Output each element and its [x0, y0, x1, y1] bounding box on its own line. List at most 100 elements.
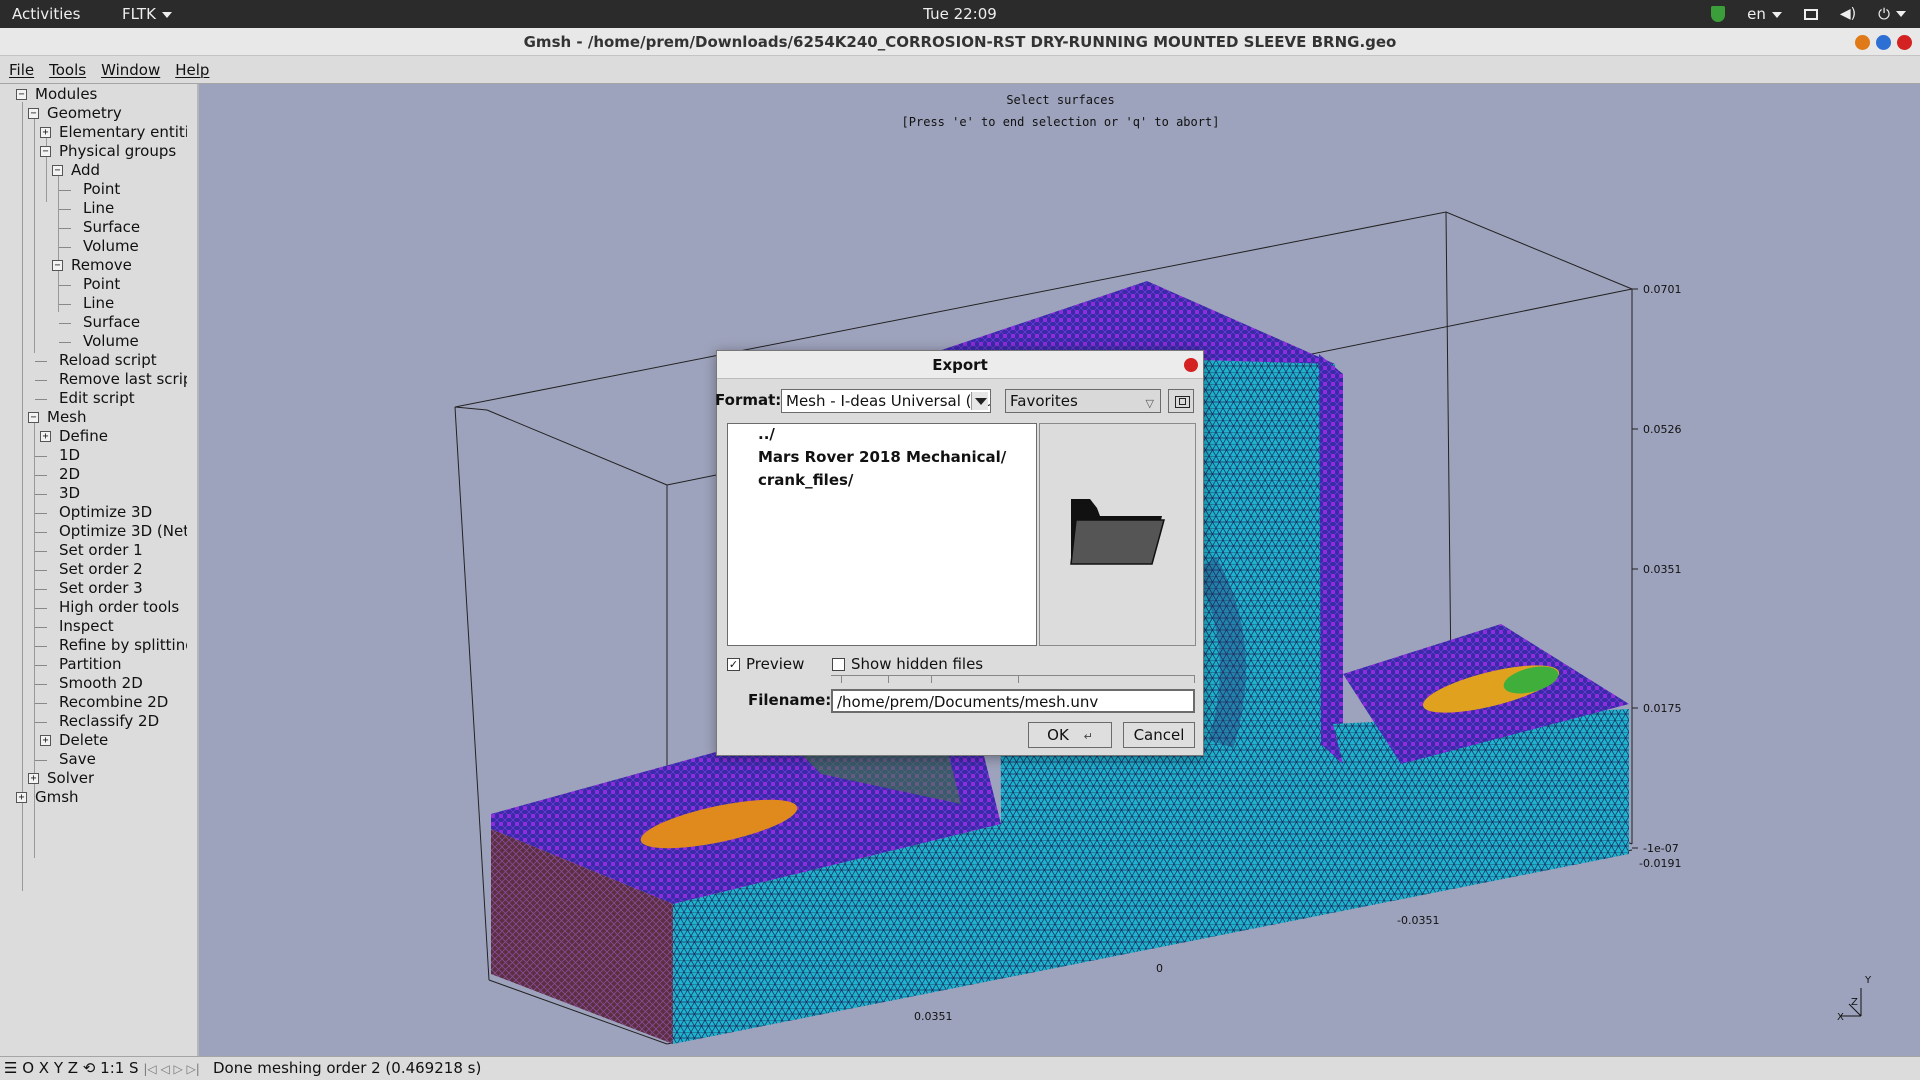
selection-message: Select surfaces	[1006, 93, 1115, 107]
tree-add-surface[interactable]: Surface	[83, 218, 140, 237]
activities-button[interactable]: Activities	[12, 5, 80, 23]
tree-connector	[35, 627, 47, 628]
ok-button[interactable]: OK ↵	[1028, 722, 1112, 748]
collapse-icon[interactable]: −	[16, 89, 27, 100]
tree-mesh[interactable]: Mesh	[47, 408, 87, 427]
clock[interactable]: Tue 22:09	[0, 5, 1920, 23]
maximize-button[interactable]	[1876, 35, 1891, 50]
tree-remove-volume[interactable]: Volume	[83, 332, 139, 351]
checkbox-checked-icon: ✓	[727, 657, 740, 671]
tree-mesh-2d[interactable]: 2D	[59, 465, 80, 484]
file-item[interactable]: crank_files/	[758, 471, 853, 489]
tree-set-order-1[interactable]: Set order 1	[59, 541, 143, 560]
cancel-button[interactable]: Cancel	[1123, 722, 1195, 748]
tree-recombine-2d[interactable]: Recombine 2D	[59, 693, 168, 712]
app-menu[interactable]: FLTK	[122, 5, 172, 23]
tree-smooth-2d[interactable]: Smooth 2D	[59, 674, 143, 693]
filename-input[interactable]: /home/prem/Documents/mesh.unv	[831, 689, 1195, 713]
collapse-icon[interactable]: −	[52, 260, 63, 271]
tree-mesh-3d[interactable]: 3D	[59, 484, 80, 503]
language-indicator[interactable]: en	[1747, 5, 1782, 23]
tree-remove-line[interactable]: Line	[83, 294, 114, 313]
tree-save[interactable]: Save	[59, 750, 96, 769]
menu-tools[interactable]: Tools	[49, 61, 86, 79]
tree-refine-by-splitting[interactable]: Refine by splitting	[59, 636, 187, 655]
tree-guide	[22, 102, 23, 891]
dialog-close-button[interactable]	[1184, 358, 1198, 372]
tree-elementary-entities[interactable]: Elementary entitie	[59, 123, 187, 142]
shield-icon[interactable]	[1711, 6, 1726, 22]
expand-icon[interactable]: +	[16, 792, 27, 803]
chevron-down-icon	[161, 11, 172, 18]
show-hidden-checkbox[interactable]: Show hidden files	[832, 655, 983, 673]
axis-label-z1: 0.0701	[1643, 283, 1682, 296]
tree-modules[interactable]: Modules	[35, 85, 97, 104]
tree-optimize-3d-netgen[interactable]: Optimize 3D (Netg	[59, 522, 187, 541]
file-browser-list[interactable]: ../ Mars Rover 2018 Mechanical/ crank_fi…	[727, 423, 1037, 646]
expand-icon[interactable]: +	[40, 431, 51, 442]
tree-add-volume[interactable]: Volume	[83, 237, 139, 256]
tree-geometry[interactable]: Geometry	[47, 104, 122, 123]
ok-label: OK	[1047, 726, 1069, 744]
path-segment-bar[interactable]	[831, 675, 1195, 683]
view-buttons-label: ☰ O X Y Z ⟲ 1:1 S	[4, 1059, 139, 1077]
tree-set-order-2[interactable]: Set order 2	[59, 560, 143, 579]
format-select[interactable]: Mesh - I-deas Universal (*.u	[781, 389, 991, 413]
tree-delete[interactable]: Delete	[59, 731, 108, 750]
tree-add[interactable]: Add	[71, 161, 100, 180]
language-label: en	[1747, 5, 1766, 23]
tree-guide	[34, 119, 35, 353]
preview-pane	[1039, 423, 1196, 646]
tree-remove[interactable]: Remove	[71, 256, 132, 275]
expand-icon[interactable]: +	[28, 773, 39, 784]
tree-mesh-1d[interactable]: 1D	[59, 446, 80, 465]
tree-set-order-3[interactable]: Set order 3	[59, 579, 143, 598]
display-icon[interactable]	[1803, 8, 1818, 20]
menu-file[interactable]: File	[9, 61, 34, 79]
tree-add-point[interactable]: Point	[83, 180, 120, 199]
tree-remove-surface[interactable]: Surface	[83, 313, 140, 332]
tree-remove-point[interactable]: Point	[83, 275, 120, 294]
menu-help[interactable]: Help	[175, 61, 209, 79]
tree-connector	[59, 304, 71, 305]
chevron-down-icon[interactable]	[1896, 11, 1906, 17]
tree-solver[interactable]: Solver	[47, 769, 94, 788]
tree-gmsh[interactable]: Gmsh	[35, 788, 79, 807]
volume-icon[interactable]: ◀)	[1840, 6, 1856, 22]
favorites-select[interactable]: Favorites ▽	[1005, 389, 1161, 413]
axis-label-z4: 0.0175	[1643, 702, 1682, 715]
tree-optimize-3d[interactable]: Optimize 3D	[59, 503, 152, 522]
new-folder-button[interactable]	[1168, 389, 1194, 413]
expand-icon[interactable]: +	[40, 127, 51, 138]
tree-reclassify-2d[interactable]: Reclassify 2D	[59, 712, 159, 731]
view-buttons[interactable]: ☰ O X Y Z ⟲ 1:1 S |◁ ◁ ▷ ▷|	[4, 1057, 200, 1080]
preview-checkbox[interactable]: ✓ Preview	[727, 655, 804, 673]
tree-high-order-tools[interactable]: High order tools	[59, 598, 179, 617]
dialog-title: Export	[932, 356, 988, 374]
tree-physical-groups[interactable]: Physical groups	[59, 142, 176, 161]
animation-controls[interactable]: |◁ ◁ ▷ ▷|	[143, 1062, 199, 1076]
tree-connector	[59, 285, 71, 286]
file-item[interactable]: Mars Rover 2018 Mechanical/	[758, 448, 1006, 466]
tree-connector	[59, 190, 71, 191]
status-message: Done meshing order 2 (0.469218 s)	[213, 1059, 482, 1077]
collapse-icon[interactable]: −	[28, 412, 39, 423]
tree-add-line[interactable]: Line	[83, 199, 114, 218]
axis-label-x2: 0	[1156, 962, 1163, 975]
tree-reload-script[interactable]: Reload script	[59, 351, 157, 370]
collapse-icon[interactable]: −	[28, 108, 39, 119]
file-item[interactable]: ../	[758, 425, 775, 443]
tree-connector	[35, 684, 47, 685]
close-button[interactable]	[1897, 35, 1912, 50]
menu-window[interactable]: Window	[101, 61, 160, 79]
expand-icon[interactable]: +	[40, 735, 51, 746]
power-icon[interactable]: ⏻	[1878, 5, 1890, 23]
collapse-icon[interactable]: −	[52, 165, 63, 176]
tree-partition[interactable]: Partition	[59, 655, 122, 674]
tree-edit-script[interactable]: Edit script	[59, 389, 135, 408]
collapse-icon[interactable]: −	[40, 146, 51, 157]
tree-inspect[interactable]: Inspect	[59, 617, 114, 636]
minimize-button[interactable]	[1855, 35, 1870, 50]
tree-remove-last-script[interactable]: Remove last scrip	[59, 370, 187, 389]
tree-define[interactable]: Define	[59, 427, 108, 446]
